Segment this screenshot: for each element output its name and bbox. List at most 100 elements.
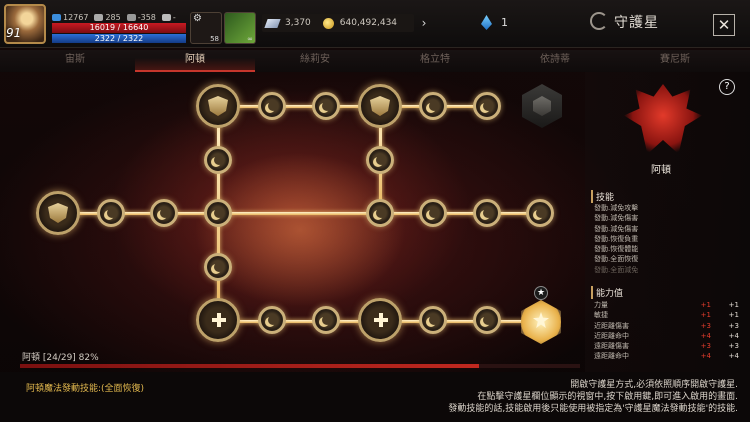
- potion-count: 58: [210, 35, 219, 43]
- tab-gelite[interactable]: 格立特: [375, 50, 495, 72]
- feather-count: 3,370: [285, 18, 311, 28]
- stat-row: 近距離命中 +4 +4: [594, 331, 739, 341]
- stat-value: +3: [728, 342, 739, 351]
- guardian-node[interactable]: [366, 146, 394, 174]
- stat-value: +4: [728, 352, 739, 361]
- stat-add: +3: [700, 321, 711, 330]
- guardian-node[interactable]: [204, 146, 232, 174]
- guardian-node-major[interactable]: [196, 84, 240, 128]
- magic-skill-text: 阿頓魔法發動技能:(全面恢復): [26, 384, 145, 394]
- stat-item: 12767: [52, 13, 88, 22]
- trophy-icon: [161, 14, 171, 21]
- guardian-node[interactable]: [473, 306, 501, 334]
- stat1-value: 12767: [63, 13, 89, 22]
- guardian-node-major[interactable]: [358, 298, 402, 342]
- skill-item: 發動.全面減免: [594, 265, 639, 274]
- stat-row: 遠距離命中 +4 +4: [594, 351, 739, 361]
- currency-arrow-button[interactable]: ›: [416, 14, 432, 32]
- player-stats: 12767 285 -358 -: [52, 13, 176, 22]
- gem-count: 1: [501, 16, 508, 29]
- stat-name: 遠距離命中: [594, 352, 629, 361]
- cross-emblem-icon: [212, 313, 226, 327]
- star-emblem-icon: [533, 312, 549, 328]
- tab-bar: 宙斯 阿頓 絲莉安 格立特 依詩蒂 賽尼斯: [0, 50, 750, 72]
- guardian-node[interactable]: [204, 253, 232, 281]
- stat-name: 近距離傷害: [594, 321, 629, 330]
- stat-value: +3: [728, 321, 739, 330]
- skill-item: 發動.減免攻擊: [594, 204, 639, 212]
- skill-item: 發動.恢復負重: [594, 234, 639, 243]
- close-button[interactable]: ✕: [713, 14, 735, 36]
- progress-fill: [20, 364, 480, 368]
- hp-bar: 16019 / 16640: [52, 23, 186, 33]
- guardian-node[interactable]: [419, 92, 447, 120]
- guardian-node[interactable]: [258, 306, 286, 334]
- stat-item: -: [161, 13, 176, 22]
- mp-bar: 2322 / 2322: [52, 34, 186, 43]
- stat2-value: 285: [105, 13, 121, 22]
- guardian-node-major[interactable]: [358, 84, 402, 128]
- guardian-node[interactable]: [258, 92, 286, 120]
- skill-item: 發動.減免傷害: [594, 214, 639, 223]
- player-level: 91: [6, 26, 22, 40]
- shield-icon: [126, 14, 136, 21]
- potion-slot[interactable]: ⚙ 58: [190, 12, 222, 44]
- guardian-node[interactable]: [419, 199, 447, 227]
- guardian-name: 阿頓: [651, 165, 671, 176]
- skill-item: 發動.減免傷害: [594, 224, 639, 233]
- stat-row: 敏捷 +1 +1: [594, 310, 739, 320]
- stat-name: 力量: [594, 301, 608, 309]
- stat-value: +4: [728, 331, 739, 340]
- guardian-node[interactable]: [204, 199, 232, 227]
- link-line: [58, 212, 220, 215]
- feather-icon: [264, 18, 281, 28]
- instruction-line: 發動技能的話,技能啟用後只能使用被指定為'守護星魔法發動技能'的技能.: [448, 404, 738, 414]
- stat-add: +4: [700, 352, 711, 361]
- stat-name: 敏捷: [594, 311, 608, 320]
- skill-item: 發動.全面恢復: [594, 255, 639, 264]
- guardian-node[interactable]: [419, 306, 447, 334]
- progress-bar: [20, 364, 580, 368]
- stat-row: 力量 +1 +1: [594, 300, 739, 310]
- guardian-node[interactable]: [473, 92, 501, 120]
- stat-add: +4: [700, 331, 711, 340]
- guardian-node[interactable]: [312, 92, 340, 120]
- currency-bar: 3,370 640,492,434: [262, 14, 414, 32]
- help-button[interactable]: ?: [719, 79, 735, 95]
- tab-sainisi[interactable]: 賽尼斯: [615, 50, 735, 72]
- guardian-node[interactable]: [366, 199, 394, 227]
- leaf-slot[interactable]: ∞: [224, 12, 256, 44]
- progress-label: 阿頓 [24/29] 82%: [22, 353, 99, 363]
- instruction-line: 在點擊守護星欄位顯示的視窗中,按下啟用鍵,即可進入啟用的畫面.: [477, 392, 738, 402]
- stat-item: -358: [126, 13, 156, 22]
- stat4-value: -: [172, 13, 176, 22]
- tab-aden[interactable]: 阿頓: [135, 50, 255, 72]
- guardian-node-major[interactable]: [36, 191, 80, 235]
- gold-count: 640,492,434: [339, 18, 398, 28]
- tab-zeus[interactable]: 宙斯: [15, 50, 135, 72]
- cross-emblem-icon: [374, 313, 388, 327]
- star-icon: ★: [534, 286, 548, 300]
- tab-yishidi[interactable]: 依詩蒂: [495, 50, 615, 72]
- stat-row: 近距離傷害 +3 +3: [594, 321, 739, 331]
- guardian-node[interactable]: [150, 199, 178, 227]
- guardian-node[interactable]: [526, 199, 554, 227]
- instruction-line: 開啟守護星方式,必須依照順序開啟守護星.: [570, 380, 738, 390]
- shield-emblem-icon: [48, 203, 68, 223]
- guardian-node[interactable]: [473, 199, 501, 227]
- instructions: 開啟守護星方式,必須依照順序開啟守護星. 在點擊守護星欄位顯示的視窗中,按下啟用…: [448, 379, 738, 415]
- guardian-node-major[interactable]: [196, 298, 240, 342]
- stat-value: +1: [728, 301, 739, 309]
- guardian-node[interactable]: [97, 199, 125, 227]
- guardian-node[interactable]: [312, 306, 340, 334]
- tab-silian[interactable]: 絲莉安: [255, 50, 375, 72]
- gear-icon[interactable]: ⚙: [193, 13, 202, 24]
- stat3-value: -358: [137, 13, 156, 22]
- guardian-star-logo: [590, 12, 608, 30]
- sword-icon: [94, 14, 104, 21]
- stat-row: 遠距離傷害 +3 +3: [594, 341, 739, 351]
- stats-title: 能力值: [591, 286, 623, 299]
- shield-emblem-icon: [208, 96, 228, 116]
- locked-emblem-icon: [533, 96, 551, 116]
- gold-coin-icon: [322, 17, 334, 29]
